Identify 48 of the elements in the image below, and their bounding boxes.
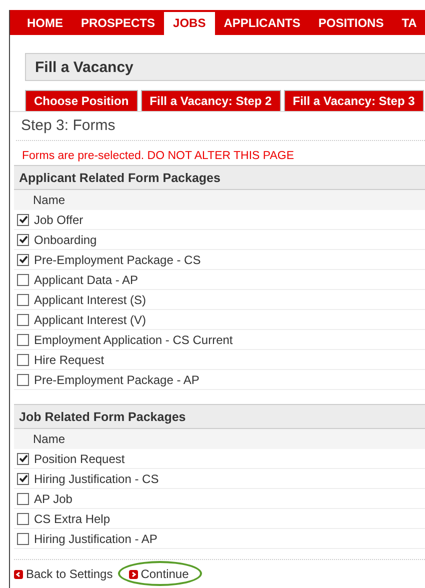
form-name: Onboarding [34,232,97,246]
page-title: Fill a Vacancy [35,58,134,76]
column-label: Name [33,432,66,446]
checkbox[interactable] [17,274,29,286]
checkbox[interactable] [17,512,29,524]
nav-tab[interactable]: PROSPECTS [72,12,164,35]
checkbox[interactable] [17,374,29,386]
checkbox[interactable] [17,354,29,366]
form-name: Hiring Justification - AP [34,532,158,546]
form-name: Hiring Justification - CS [34,472,159,486]
nav-tab[interactable]: JOBS [164,12,215,35]
form-name: CS Extra Help [34,512,110,526]
form-name: Hire Request [34,352,104,366]
form-name: Job Offer [34,212,84,226]
step-heading: Step 3: Forms [21,117,116,134]
nav-tab[interactable]: APPLICANTS [214,12,310,35]
form-name: Pre-Employment Package - CS [34,252,201,266]
back-arrow-icon [14,570,23,578]
checkbox[interactable] [17,472,29,484]
form-name: Pre-Employment Package - AP [34,372,200,386]
checkbox[interactable] [17,492,29,504]
checkbox[interactable] [17,214,29,226]
checkbox[interactable] [17,532,29,544]
checkbox[interactable] [17,294,29,306]
checkbox[interactable] [17,254,29,266]
forward-arrow-icon [128,570,138,578]
form-name: Employment Application - CS Current [34,332,233,346]
step-tab[interactable]: Fill a Vacancy: Step 2 [140,90,281,111]
step-tab[interactable]: Choose Position [25,90,138,111]
form-name: Applicant Data - AP [34,272,138,286]
nav-tab[interactable]: POSITIONS [309,12,393,35]
back-link[interactable]: Back to Settings [14,567,113,581]
form-name: Applicant Interest (V) [34,312,146,326]
form-name: Position Request [34,452,125,466]
form-name: AP Job [34,492,72,506]
checkbox[interactable] [17,334,29,346]
section-title: Job Related Form Packages [19,410,186,424]
checkbox[interactable] [17,314,29,326]
nav-tab[interactable]: TA [392,12,425,35]
continue-link[interactable]: Continue [128,567,189,581]
checkbox[interactable] [17,452,29,464]
form-name: Applicant Interest (S) [34,292,146,306]
nav-tab[interactable]: HOME [18,12,72,35]
warning-text: Forms are pre-selected. DO NOT ALTER THIS PAGE [22,150,296,162]
checkbox[interactable] [17,234,29,246]
step-tab[interactable]: Fill a Vacancy: Step 3 [284,90,424,111]
column-label: Name [33,193,66,207]
section-title: Applicant Related Form Packages [19,170,220,184]
